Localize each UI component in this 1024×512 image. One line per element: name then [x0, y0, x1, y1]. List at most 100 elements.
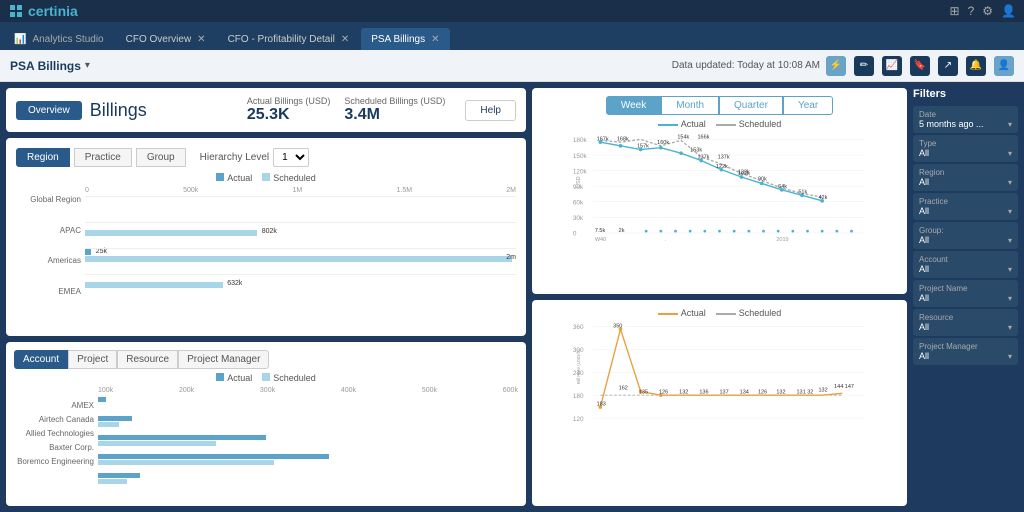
svg-text:60k: 60k	[573, 200, 584, 207]
user-icon[interactable]: 👤	[1001, 4, 1016, 18]
billings-header-card: Overview Billings Actual Billings (USD) …	[6, 88, 526, 132]
svg-text:W40: W40	[595, 237, 606, 243]
filter-practice[interactable]: Practice All ▾	[913, 193, 1018, 220]
gear-icon[interactable]: ⚙	[982, 4, 993, 18]
bar-global	[85, 196, 516, 214]
filter-account[interactable]: Account All ▾	[913, 251, 1018, 278]
month-tab[interactable]: Month	[661, 96, 719, 115]
quarter-tab[interactable]: Quarter	[719, 96, 783, 115]
filter-pm-arrow: ▾	[1008, 352, 1012, 361]
bottom-line-chart-card: Actual Scheduled 360 300 240 180 120 Bil…	[532, 300, 907, 506]
svg-text:Bill Rate (USD/h): Bill Rate (USD/h)	[576, 349, 581, 384]
account-y-labels: AMEX Airtech Canada Allied Technologies …	[14, 401, 94, 486]
logo-text: certinia	[28, 3, 78, 19]
filter-region-value: All	[919, 177, 929, 187]
bar-allied	[98, 434, 518, 448]
filter-group-value: All	[919, 235, 929, 245]
share-button[interactable]: ↗	[938, 56, 958, 76]
bar-apac: 802k	[85, 222, 516, 240]
toolbar: PSA Billings ▾ Data updated: Today at 10…	[0, 50, 1024, 82]
right-panel: Week Month Quarter Year Actual Scheduled…	[532, 88, 907, 506]
filter-resource[interactable]: Resource All ▾	[913, 309, 1018, 336]
bar-americas: 25k 2m	[85, 248, 516, 266]
svg-text:136: 136	[699, 389, 708, 395]
billing-scheduled-legend: Scheduled	[716, 308, 782, 318]
project-tab[interactable]: Project	[68, 350, 117, 369]
scheduled-billings-stat: Scheduled Billings (USD) 3.4M	[344, 96, 445, 124]
bell-button[interactable]: 🔔	[966, 56, 986, 76]
svg-text:90k: 90k	[758, 177, 767, 183]
year-tab[interactable]: Year	[783, 96, 833, 115]
overview-button[interactable]: Overview	[16, 101, 82, 120]
svg-text:2019: 2019	[776, 237, 788, 243]
svg-text:150k: 150k	[573, 153, 588, 160]
toolbar-right: Data updated: Today at 10:08 AM ⚡ ✏ 📈 🔖 …	[672, 56, 1014, 76]
week-tab[interactable]: Week	[606, 96, 661, 115]
svg-text:144 147: 144 147	[834, 384, 854, 390]
svg-text:126: 126	[659, 389, 668, 395]
filter-project-name[interactable]: Project Name All ▾	[913, 280, 1018, 307]
svg-text:350: 350	[613, 323, 622, 329]
svg-text:135: 135	[639, 389, 648, 395]
svg-text:120: 120	[573, 416, 584, 423]
tab-close-profitability[interactable]: ✕	[341, 34, 349, 45]
tab-cfo-overview[interactable]: CFO Overview ✕	[116, 28, 216, 50]
tab-psa-billings[interactable]: PSA Billings ✕	[361, 28, 449, 50]
chart-button[interactable]: 📈	[882, 56, 902, 76]
main-content: Overview Billings Actual Billings (USD) …	[0, 82, 1024, 512]
edit-button[interactable]: ✏	[854, 56, 874, 76]
scheduled-value: 3.4M	[344, 106, 380, 124]
project-manager-tab[interactable]: Project Manager	[178, 350, 269, 369]
filter-type[interactable]: Type All ▾	[913, 135, 1018, 162]
grid-icon[interactable]: ⊞	[950, 4, 960, 18]
practice-tab[interactable]: Practice	[74, 148, 132, 167]
filter-project-manager[interactable]: Project Manager All ▾	[913, 338, 1018, 365]
tab-close-psa[interactable]: ✕	[431, 34, 439, 45]
svg-text:.: .	[665, 237, 667, 243]
svg-text:42k: 42k	[819, 195, 828, 201]
svg-text:180k: 180k	[573, 137, 588, 144]
bookmark-button[interactable]: 🔖	[910, 56, 930, 76]
tab-close-cfo[interactable]: ✕	[197, 34, 205, 45]
account-x-axis: 100k200k300k400k500k600k	[98, 387, 518, 394]
hierarchy-label: Hierarchy Level	[200, 152, 269, 163]
filters-panel: Filters Date 5 months ago ... ▾ Type All…	[913, 88, 1018, 506]
resource-tab[interactable]: Resource	[117, 350, 178, 369]
time-tabs-row: Week Month Quarter Year	[540, 96, 899, 115]
svg-text:51k: 51k	[798, 190, 807, 196]
account-tab[interactable]: Account	[14, 350, 68, 369]
scheduled-legend: Scheduled	[262, 173, 316, 183]
question-icon[interactable]: ?	[968, 4, 975, 18]
account-chart-card: Account Project Resource Project Manager…	[6, 342, 526, 506]
svg-text:160k: 160k	[657, 140, 669, 146]
billing-rate-chart-svg: 360 300 240 180 120 Bill Rate (USD/h)	[540, 320, 899, 430]
svg-text:64k: 64k	[778, 184, 787, 190]
account-scheduled-legend: Scheduled	[262, 373, 316, 383]
toolbar-dropdown-icon[interactable]: ▾	[85, 60, 90, 71]
user-button[interactable]: 👤	[994, 56, 1014, 76]
toolbar-left: PSA Billings ▾	[10, 59, 90, 73]
region-tabs-row: Region Practice Group Hierarchy Level 12…	[16, 148, 516, 167]
group-tab[interactable]: Group	[136, 148, 186, 167]
svg-text:167k: 167k	[597, 136, 609, 142]
filter-group[interactable]: Group: All ▾	[913, 222, 1018, 249]
filter-date[interactable]: Date 5 months ago ... ▾	[913, 106, 1018, 133]
filter-type-value: All	[919, 148, 929, 158]
filters-title: Filters	[913, 88, 1018, 100]
filter-resource-value: All	[919, 322, 929, 332]
filter-resource-arrow: ▾	[1008, 323, 1012, 332]
filter-region[interactable]: Region All ▾	[913, 164, 1018, 191]
svg-text:157k: 157k	[637, 144, 649, 150]
svg-text:137k: 137k	[718, 155, 730, 161]
tab-cfo-profitability[interactable]: CFO - Profitability Detail ✕	[218, 28, 360, 50]
tab-analytics-studio[interactable]: 📊 Analytics Studio	[4, 28, 114, 50]
toolbar-title: PSA Billings	[10, 59, 81, 73]
svg-text:30k: 30k	[573, 215, 584, 222]
svg-text:102k: 102k	[738, 171, 750, 177]
region-tab[interactable]: Region	[16, 148, 70, 167]
hierarchy-select[interactable]: 123	[273, 148, 309, 167]
tab-bar: 📊 Analytics Studio CFO Overview ✕ CFO - …	[0, 22, 1024, 50]
lightning-button[interactable]: ⚡	[826, 56, 846, 76]
help-button[interactable]: Help	[465, 100, 516, 121]
svg-text:137k: 137k	[698, 155, 710, 161]
